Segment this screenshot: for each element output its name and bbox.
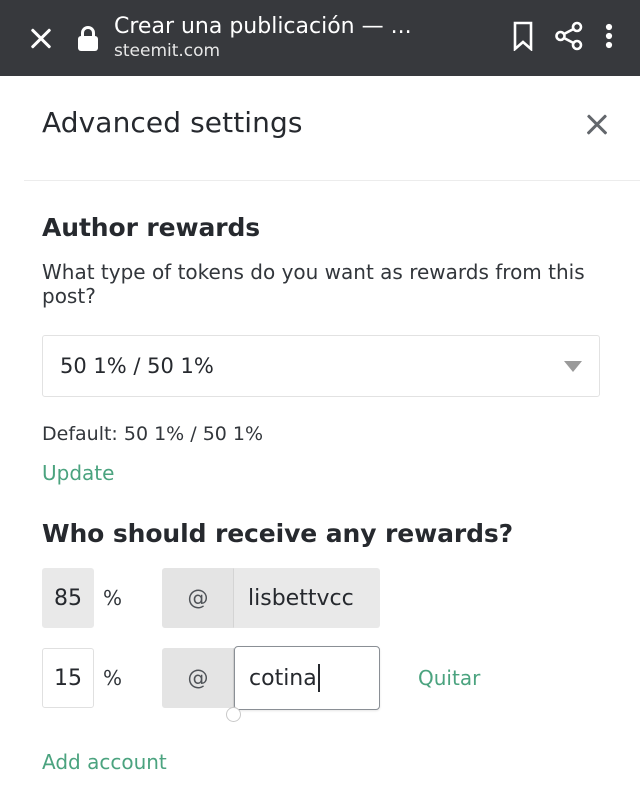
beneficiaries-heading: Who should receive any rewards? <box>42 519 514 548</box>
bookmark-button[interactable] <box>500 15 546 61</box>
beneficiary-username-group: @ lisbettvcc <box>162 568 381 628</box>
text-selection-handle[interactable] <box>226 707 242 722</box>
at-symbol-prefix: @ <box>162 568 235 628</box>
page-identity[interactable]: Crear una publicación — ... steemit.com <box>114 14 500 62</box>
reward-type-select-wrapper: 50 1% / 50 1% <box>42 335 600 397</box>
dialog-header: Advanced settings <box>0 76 640 180</box>
remove-beneficiary-link[interactable]: Quitar <box>418 666 480 690</box>
lock-icon <box>76 25 100 51</box>
update-link[interactable]: Update <box>42 461 114 485</box>
share-button[interactable] <box>546 15 592 61</box>
beneficiary-percent-input[interactable]: 15 <box>42 648 94 708</box>
page-origin: steemit.com <box>114 41 221 62</box>
beneficiary-username-value: cotina <box>249 665 317 691</box>
header-divider <box>24 180 640 181</box>
bookmark-icon <box>511 21 535 55</box>
percent-sign-label: % <box>103 666 123 690</box>
advanced-settings-dialog: Advanced settings Author rewards What ty… <box>0 76 640 806</box>
percent-sign-label: % <box>103 586 123 610</box>
toolbar-actions <box>500 15 626 61</box>
page-title: Crear una publicación — ... <box>114 14 412 40</box>
beneficiary-username-input[interactable]: lisbettvcc <box>234 568 381 628</box>
share-icon <box>554 21 584 55</box>
add-account-link[interactable]: Add account <box>42 750 167 774</box>
beneficiary-percent-input[interactable]: 85 <box>42 568 94 628</box>
beneficiary-row: 15 % @ cotina Quitar <box>42 646 622 722</box>
reward-type-select[interactable]: 50 1% / 50 1% <box>42 335 600 397</box>
beneficiary-username-input[interactable]: cotina <box>234 646 381 710</box>
close-tab-button[interactable] <box>18 15 64 61</box>
beneficiary-row: 85 % @ lisbettvcc <box>42 568 622 628</box>
overflow-menu-button[interactable] <box>592 15 626 61</box>
browser-toolbar: Crear una publicación — ... steemit.com <box>0 0 640 76</box>
default-reward-text: Default: 50 1% / 50 1% <box>42 423 264 445</box>
dialog-close-button[interactable] <box>576 104 618 146</box>
beneficiary-username-group: @ cotina <box>162 646 381 722</box>
text-caret <box>317 664 320 692</box>
at-symbol-prefix: @ <box>162 648 235 708</box>
author-rewards-heading: Author rewards <box>42 213 261 242</box>
author-rewards-description: What type of tokens do you want as rewar… <box>42 260 585 308</box>
more-vertical-icon <box>605 21 613 55</box>
dialog-body: Author rewards What type of tokens do yo… <box>0 213 640 774</box>
dialog-title: Advanced settings <box>42 106 303 139</box>
